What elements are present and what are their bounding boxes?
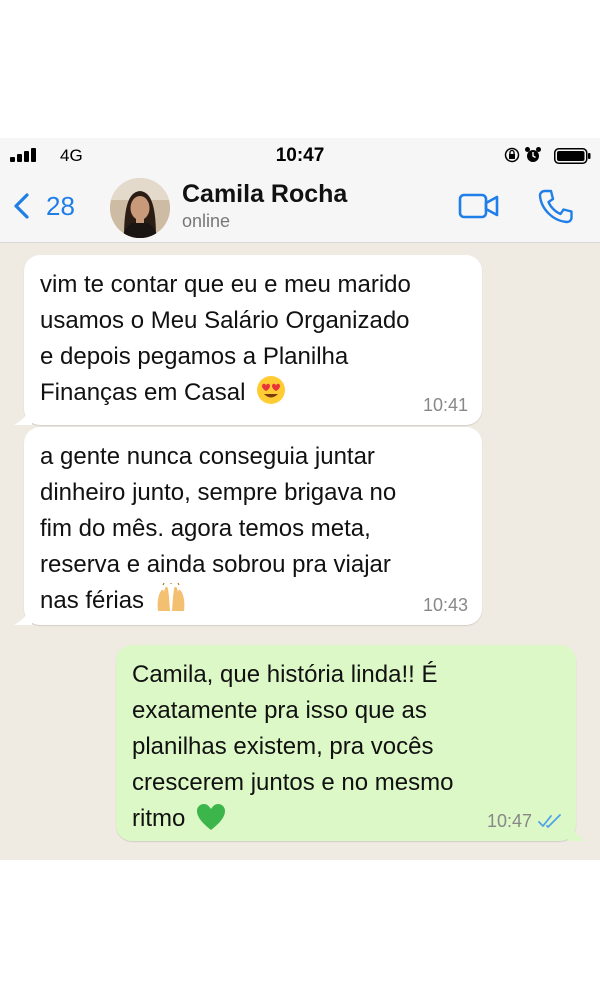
bubble-tail: [14, 609, 32, 625]
bubble-tail: [568, 825, 586, 841]
double-check-icon: [538, 814, 561, 828]
alarm-icon: [525, 147, 541, 162]
avatar-photo: [110, 178, 170, 238]
bubble-tail: [14, 409, 32, 425]
phone-screen: 4G 10:47 28 Camila Rocha online vim te c…: [0, 138, 600, 860]
message-time: 10:43: [422, 595, 468, 615]
avatar[interactable]: [110, 178, 170, 238]
status-icons: [472, 146, 592, 166]
back-chevron-icon: [14, 193, 29, 219]
green-heart-emoji: [197, 804, 226, 830]
contact-status: online: [182, 211, 231, 231]
message-text: a gente nunca conseguia juntar dinheiro …: [40, 443, 397, 614]
contact-name[interactable]: Camila Rocha: [182, 180, 347, 209]
chat-area[interactable]: vim te contar que eu e meu marido usamos…: [0, 243, 600, 860]
back-button[interactable]: 28: [10, 188, 90, 224]
message-text: vim te contar que eu e meu marido usamos…: [40, 271, 411, 406]
message-bubble-outgoing[interactable]: Camila, que história linda!! É exatament…: [116, 645, 586, 841]
status-bar: 4G 10:47: [0, 138, 600, 174]
lock-rotation-icon: [504, 147, 520, 163]
message-text: Camila, que história linda!! É exatament…: [132, 661, 454, 832]
message-time: 10:41: [422, 395, 468, 415]
message-bubble-incoming[interactable]: a gente nunca conseguia juntar dinheiro …: [14, 427, 482, 625]
phone-call-icon[interactable]: [536, 187, 576, 227]
chat-header: 28 Camila Rocha online: [0, 174, 600, 243]
unread-count: 28: [46, 191, 75, 221]
message-time: 10:47: [486, 811, 532, 831]
heart-eyes-emoji: [257, 376, 286, 404]
video-call-icon[interactable]: [458, 188, 500, 224]
raising-hands-emoji: [157, 583, 185, 611]
message-bubble-incoming[interactable]: vim te contar que eu e meu marido usamos…: [14, 255, 482, 425]
battery-icon: [554, 148, 591, 164]
